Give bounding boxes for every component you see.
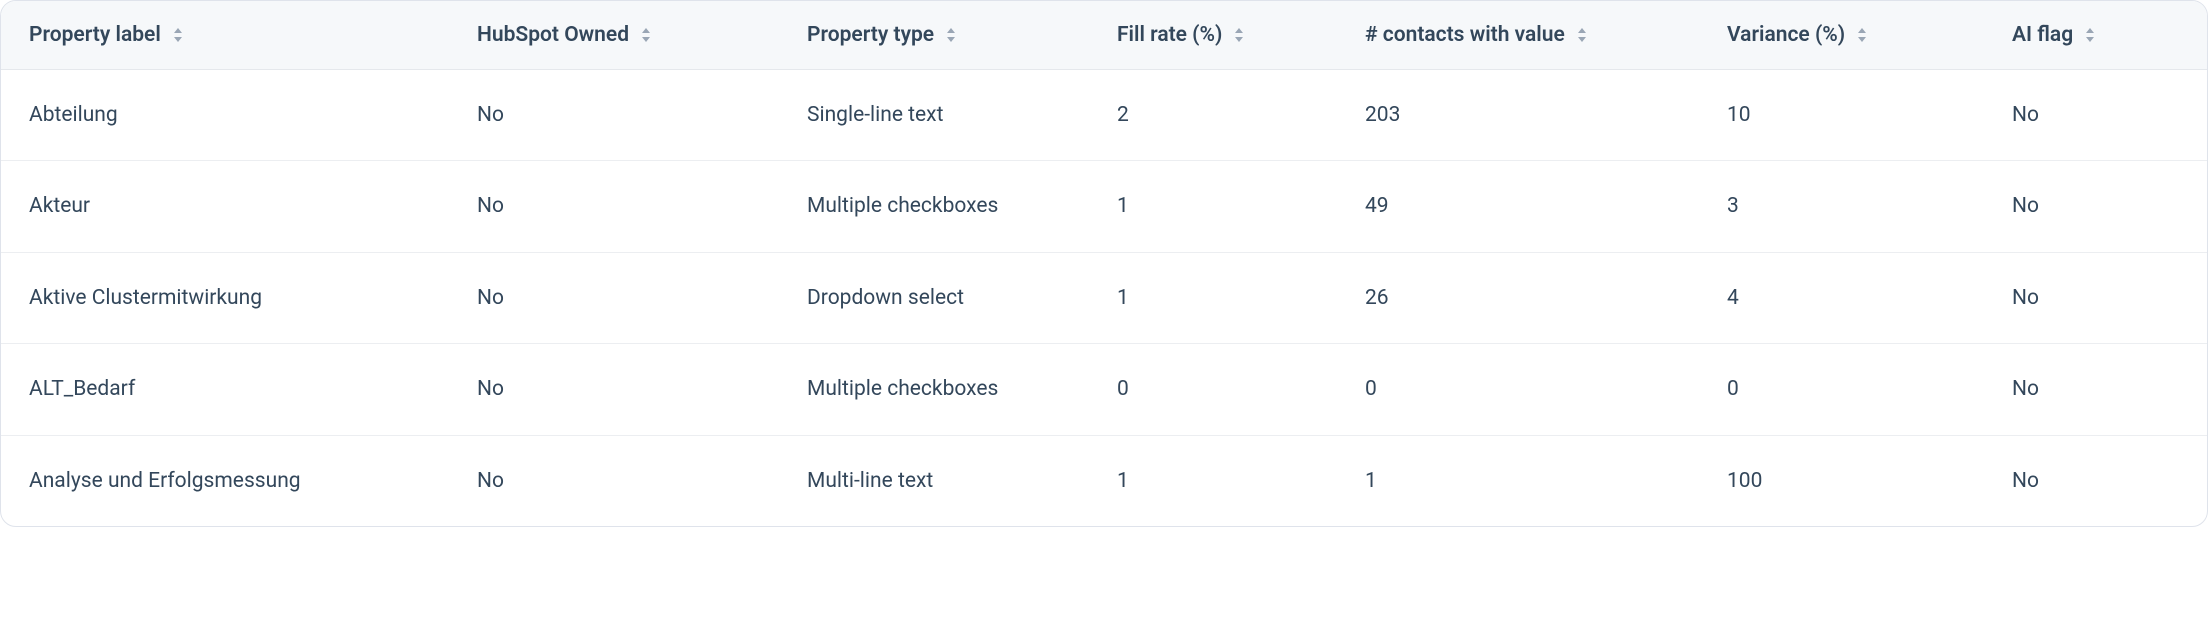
table-row[interactable]: Aktive ClustermitwirkungNoDropdown selec… (1, 252, 2208, 343)
column-header-hubspot-owned[interactable]: HubSpot Owned (449, 1, 779, 70)
cell-ai-flag: No (1984, 344, 2208, 435)
table-body: AbteilungNoSingle-line text220310NoAkteu… (1, 70, 2208, 527)
column-header-label: Fill rate (%) (1117, 23, 1222, 47)
column-header-contacts-with-value[interactable]: # contacts with value (1337, 1, 1699, 70)
cell-fill-rate: 1 (1089, 161, 1337, 252)
column-header-label: Property type (807, 23, 934, 47)
cell-hubspot-owned: No (449, 70, 779, 161)
cell-variance: 100 (1699, 435, 1984, 526)
cell-hubspot-owned: No (449, 161, 779, 252)
data-table-container: Property label HubSpot Owned (0, 0, 2208, 527)
cell-variance: 0 (1699, 344, 1984, 435)
column-header-label: AI flag (2012, 23, 2073, 47)
cell-property-type: Multi-line text (779, 435, 1089, 526)
table-row[interactable]: AkteurNoMultiple checkboxes1493No (1, 161, 2208, 252)
cell-fill-rate: 1 (1089, 252, 1337, 343)
cell-contacts-with-value: 26 (1337, 252, 1699, 343)
cell-contacts-with-value: 49 (1337, 161, 1699, 252)
column-header-fill-rate[interactable]: Fill rate (%) (1089, 1, 1337, 70)
cell-hubspot-owned: No (449, 252, 779, 343)
sort-icon (1577, 28, 1587, 42)
cell-property-type: Multiple checkboxes (779, 161, 1089, 252)
column-header-label: HubSpot Owned (477, 23, 629, 47)
sort-icon (1234, 28, 1244, 42)
sort-icon (641, 28, 651, 42)
sort-icon (1857, 28, 1867, 42)
cell-hubspot-owned: No (449, 435, 779, 526)
table-row[interactable]: AbteilungNoSingle-line text220310No (1, 70, 2208, 161)
column-header-ai-flag[interactable]: AI flag (1984, 1, 2208, 70)
cell-variance: 3 (1699, 161, 1984, 252)
cell-property-label: Analyse und Erfolgsmessung (1, 435, 449, 526)
table-row[interactable]: ALT_BedarfNoMultiple checkboxes000No (1, 344, 2208, 435)
cell-hubspot-owned: No (449, 344, 779, 435)
table-header-row: Property label HubSpot Owned (1, 1, 2208, 70)
cell-variance: 10 (1699, 70, 1984, 161)
cell-property-label: ALT_Bedarf (1, 344, 449, 435)
column-header-label: # contacts with value (1365, 23, 1565, 47)
cell-ai-flag: No (1984, 70, 2208, 161)
cell-ai-flag: No (1984, 252, 2208, 343)
column-header-property-label[interactable]: Property label (1, 1, 449, 70)
cell-property-label: Abteilung (1, 70, 449, 161)
table-header: Property label HubSpot Owned (1, 1, 2208, 70)
sort-icon (2085, 28, 2095, 42)
column-header-label: Property label (29, 23, 161, 47)
column-header-label: Variance (%) (1727, 23, 1845, 47)
table-row[interactable]: Analyse und ErfolgsmessungNoMulti-line t… (1, 435, 2208, 526)
cell-property-label: Akteur (1, 161, 449, 252)
cell-contacts-with-value: 203 (1337, 70, 1699, 161)
cell-contacts-with-value: 1 (1337, 435, 1699, 526)
cell-property-type: Single-line text (779, 70, 1089, 161)
cell-property-type: Dropdown select (779, 252, 1089, 343)
cell-ai-flag: No (1984, 435, 2208, 526)
sort-icon (173, 28, 183, 42)
cell-property-label: Aktive Clustermitwirkung (1, 252, 449, 343)
cell-fill-rate: 1 (1089, 435, 1337, 526)
cell-variance: 4 (1699, 252, 1984, 343)
column-header-property-type[interactable]: Property type (779, 1, 1089, 70)
cell-property-type: Multiple checkboxes (779, 344, 1089, 435)
cell-fill-rate: 2 (1089, 70, 1337, 161)
sort-icon (946, 28, 956, 42)
cell-fill-rate: 0 (1089, 344, 1337, 435)
cell-ai-flag: No (1984, 161, 2208, 252)
data-table: Property label HubSpot Owned (1, 1, 2208, 526)
column-header-variance[interactable]: Variance (%) (1699, 1, 1984, 70)
cell-contacts-with-value: 0 (1337, 344, 1699, 435)
